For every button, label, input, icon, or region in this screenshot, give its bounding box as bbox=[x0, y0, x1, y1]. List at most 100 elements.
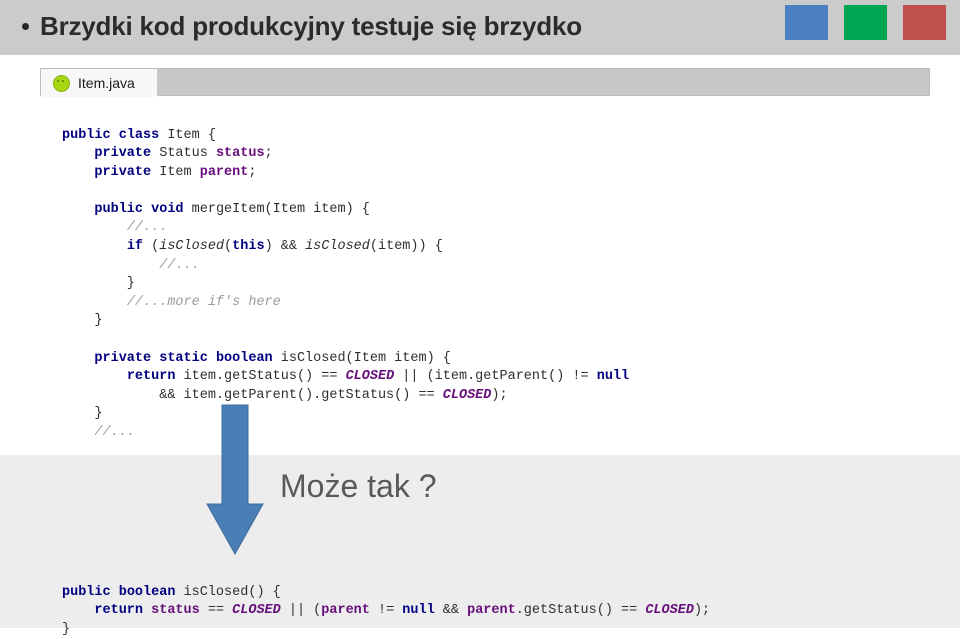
code-token: isClosed bbox=[305, 239, 370, 254]
code-line: //... bbox=[62, 258, 200, 273]
code-token: boolean bbox=[216, 351, 281, 366]
code-token: item.getStatus() == bbox=[184, 369, 346, 384]
code-token: parent bbox=[200, 165, 249, 180]
code-token bbox=[62, 369, 127, 384]
code-token: ) && bbox=[265, 239, 306, 254]
slide-title-row: Brzydki kod produkcyjny testuje się brzy… bbox=[22, 9, 582, 43]
header-color-swatches bbox=[785, 5, 946, 40]
code-token bbox=[62, 146, 94, 161]
page-title: Brzydki kod produkcyjny testuje się brzy… bbox=[40, 9, 582, 43]
annotation-text: Może tak ? bbox=[280, 466, 437, 506]
code-token: } bbox=[62, 406, 103, 421]
java-class-icon bbox=[53, 75, 70, 92]
code-line: return item.getStatus() == CLOSED || (it… bbox=[62, 369, 629, 384]
code-token: || (item.getParent() != bbox=[394, 369, 597, 384]
code-token: this bbox=[232, 239, 264, 254]
blue-swatch bbox=[785, 5, 828, 40]
code-token: private bbox=[94, 351, 159, 366]
code-token bbox=[62, 202, 94, 217]
code-token: ); bbox=[491, 388, 507, 403]
code-token: ; bbox=[248, 165, 256, 180]
code-token: public bbox=[62, 585, 119, 600]
code-token: != bbox=[370, 603, 402, 618]
down-arrow-icon bbox=[206, 404, 264, 556]
bullet-dot-icon bbox=[22, 23, 29, 30]
code-token: null bbox=[597, 369, 629, 384]
green-swatch bbox=[844, 5, 887, 40]
slide-header: Brzydki kod produkcyjny testuje się brzy… bbox=[0, 0, 960, 55]
code-token: private bbox=[94, 146, 159, 161]
code-token: CLOSED bbox=[346, 369, 395, 384]
code-token: status bbox=[151, 603, 200, 618]
code-token: isClosed() { bbox=[184, 585, 281, 600]
code-token: isClosed bbox=[159, 239, 224, 254]
code-token: //... bbox=[159, 258, 200, 273]
code-token: boolean bbox=[119, 585, 184, 600]
code-token bbox=[62, 295, 127, 310]
code-block-refactored[interactable]: public boolean isClosed() { return statu… bbox=[62, 584, 710, 639]
code-token: mergeItem(Item item) { bbox=[192, 202, 370, 217]
code-line: //... bbox=[62, 220, 167, 235]
code-token: parent bbox=[321, 603, 370, 618]
code-token bbox=[62, 165, 94, 180]
code-token bbox=[62, 351, 94, 366]
code-token bbox=[62, 258, 159, 273]
code-token: //... bbox=[127, 220, 168, 235]
code-token: == bbox=[200, 603, 232, 618]
code-line: public boolean isClosed() { bbox=[62, 585, 281, 600]
tab-item-java[interactable]: Item.java bbox=[41, 69, 157, 97]
code-line: //...more if's here bbox=[62, 295, 281, 310]
code-token bbox=[62, 220, 127, 235]
code-token: //...more if's here bbox=[127, 295, 281, 310]
code-token: } bbox=[62, 313, 103, 328]
code-token bbox=[62, 239, 127, 254]
code-token: if bbox=[127, 239, 151, 254]
code-token: ( bbox=[224, 239, 232, 254]
code-line: } bbox=[62, 406, 103, 421]
code-token: Item { bbox=[167, 128, 216, 143]
code-line: if (isClosed(this) && isClosed(item)) { bbox=[62, 239, 443, 254]
code-token: public bbox=[94, 202, 151, 217]
code-token: void bbox=[151, 202, 192, 217]
code-token: status bbox=[216, 146, 265, 161]
code-token: parent bbox=[467, 603, 516, 618]
code-token: class bbox=[119, 128, 168, 143]
code-token: ); bbox=[694, 603, 710, 618]
code-line: } bbox=[62, 622, 70, 637]
code-line: public void mergeItem(Item item) { bbox=[62, 202, 370, 217]
code-token: return bbox=[127, 369, 184, 384]
code-line: return status == CLOSED || (parent != nu… bbox=[62, 603, 710, 618]
red-swatch bbox=[903, 5, 946, 40]
code-token bbox=[62, 425, 94, 440]
code-block-original[interactable]: public class Item { private Status statu… bbox=[62, 127, 629, 443]
code-token: isClosed(Item item) { bbox=[281, 351, 451, 366]
code-token: || ( bbox=[281, 603, 322, 618]
code-token: && item.getParent().getStatus() == bbox=[62, 388, 443, 403]
code-token: .getStatus() == bbox=[516, 603, 646, 618]
code-token: public bbox=[62, 128, 119, 143]
code-token: Status bbox=[159, 146, 216, 161]
code-line: private Status status; bbox=[62, 146, 273, 161]
code-token: null bbox=[402, 603, 434, 618]
code-line: } bbox=[62, 276, 135, 291]
code-token: private bbox=[94, 165, 159, 180]
code-token: ; bbox=[265, 146, 273, 161]
code-line: } bbox=[62, 313, 103, 328]
code-token: static bbox=[159, 351, 216, 366]
code-token: //... bbox=[94, 425, 135, 440]
code-token: } bbox=[62, 622, 70, 637]
code-token: Item bbox=[159, 165, 200, 180]
tab-label: Item.java bbox=[78, 75, 135, 91]
code-token: && bbox=[435, 603, 467, 618]
code-token: (item)) { bbox=[370, 239, 443, 254]
code-token: CLOSED bbox=[232, 603, 281, 618]
code-line: public class Item { bbox=[62, 128, 216, 143]
code-line: private Item parent; bbox=[62, 165, 256, 180]
code-line: && item.getParent().getStatus() == CLOSE… bbox=[62, 388, 508, 403]
code-line: //... bbox=[62, 425, 135, 440]
code-token bbox=[62, 603, 94, 618]
code-token: } bbox=[62, 276, 135, 291]
code-token: CLOSED bbox=[645, 603, 694, 618]
editor-tabbar: Item.java bbox=[40, 68, 930, 96]
code-token: CLOSED bbox=[443, 388, 492, 403]
